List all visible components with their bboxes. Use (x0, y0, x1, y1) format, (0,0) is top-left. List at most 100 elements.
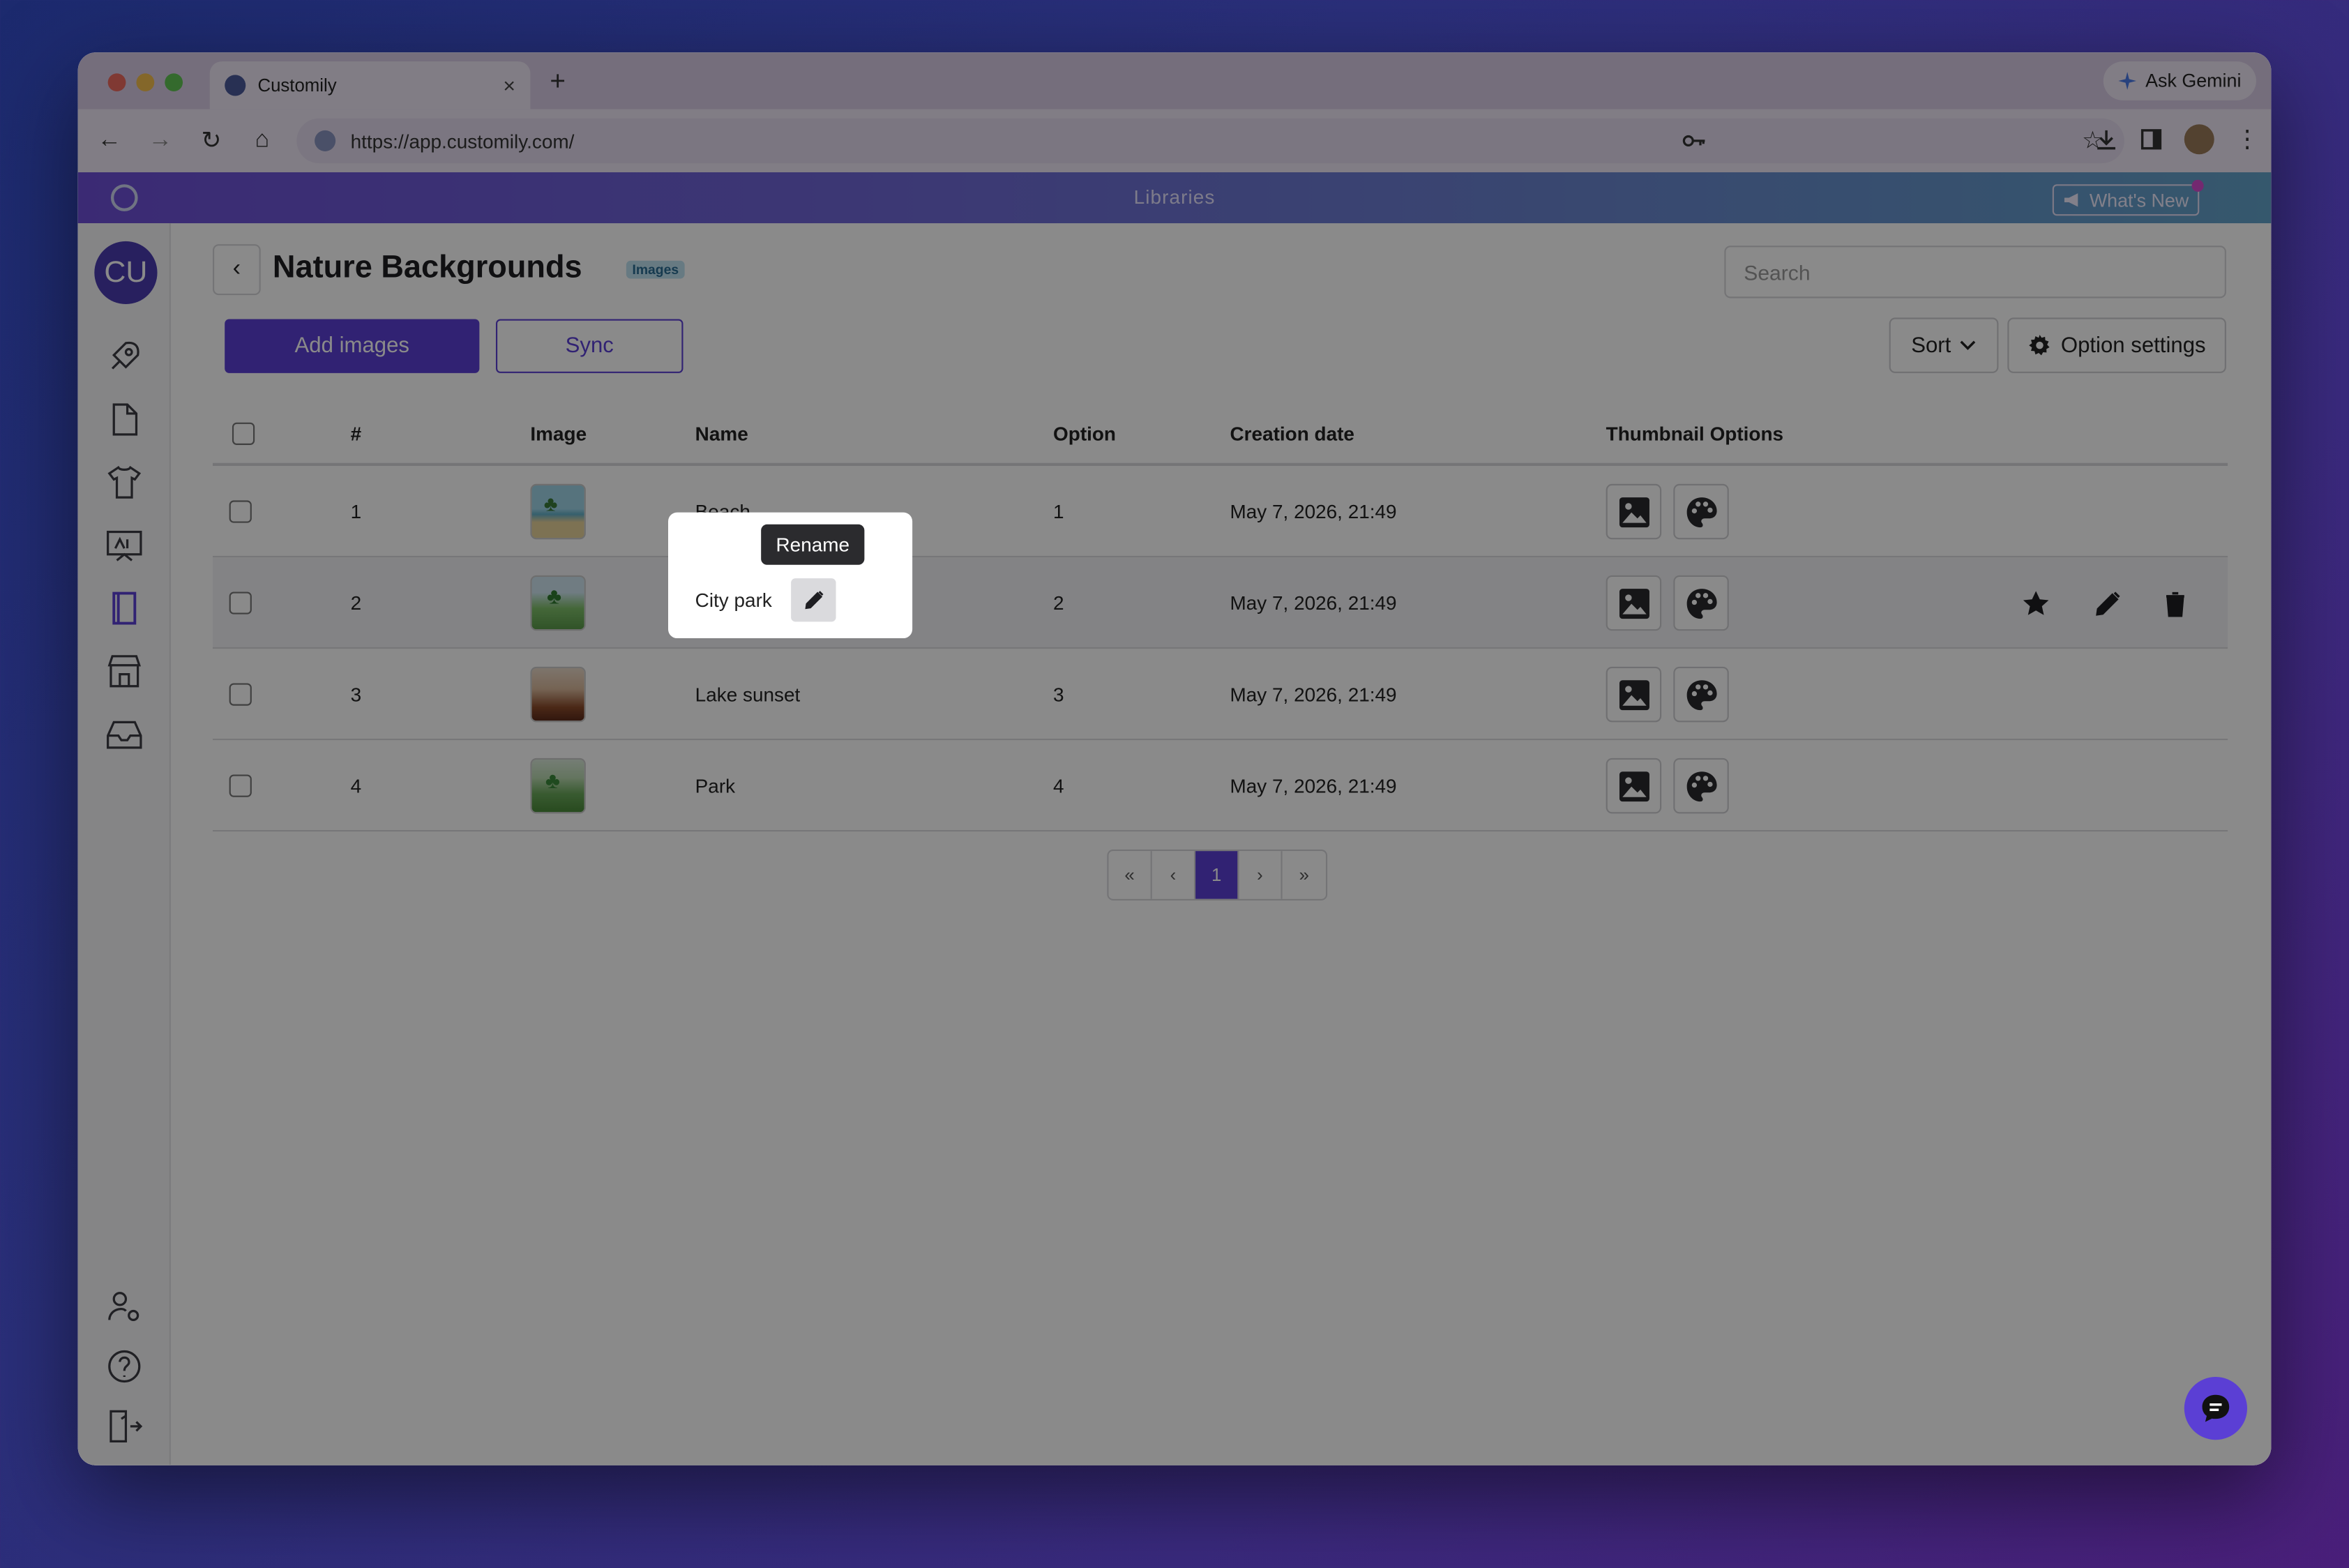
chevron-down-icon (1961, 340, 1976, 350)
thumbnail-color-button[interactable] (1673, 575, 1729, 631)
download-icon[interactable] (2094, 128, 2118, 151)
home-icon[interactable]: ⌂ (243, 128, 282, 155)
thumbnail-image-button[interactable] (1606, 757, 1662, 814)
thumbnail-image-button[interactable] (1606, 575, 1662, 631)
row-option: 4 (1053, 774, 1064, 797)
trash-icon[interactable] (2160, 589, 2190, 619)
shirt-icon[interactable] (105, 463, 144, 502)
search-input[interactable]: Search (1724, 246, 2226, 299)
rocket-icon[interactable] (105, 337, 144, 376)
thumbnail-image-button[interactable] (1606, 483, 1662, 540)
store-icon[interactable] (105, 651, 144, 691)
star-icon[interactable] (2021, 589, 2051, 619)
select-all-checkbox[interactable] (232, 422, 255, 445)
pencil-icon[interactable] (2093, 589, 2123, 619)
row-checkbox[interactable] (229, 683, 252, 706)
whats-new-button[interactable]: What's New (2052, 179, 2204, 216)
tab-bar: Customily × + Ask Gemini (77, 52, 2272, 110)
browser-toolbar: ← → ↻ ⌂ https://app.customily.com/ ☆ ⋮ (77, 109, 2272, 173)
user-settings-icon[interactable] (105, 1287, 144, 1326)
sort-button[interactable]: Sort (1889, 317, 1999, 373)
palette-icon (1686, 497, 1716, 527)
side-panel-icon[interactable] (2139, 128, 2163, 151)
next-page-button[interactable]: › (1239, 851, 1283, 899)
inbox-icon[interactable] (105, 715, 144, 754)
minimize-window-button[interactable] (136, 73, 155, 92)
file-icon[interactable] (105, 400, 144, 439)
page-title: Nature Backgrounds (272, 250, 582, 285)
row-option: 3 (1053, 683, 1064, 706)
main-content: ‹ Nature Backgrounds Images Search Add i… (171, 223, 2271, 1465)
book-icon[interactable] (105, 589, 144, 628)
row-date: May 7, 2026, 21:49 (1230, 774, 1397, 797)
sync-button[interactable]: Sync (495, 319, 683, 373)
thumbnail-image-button[interactable] (1606, 666, 1662, 723)
browser-menu-icon[interactable]: ⋮ (2235, 124, 2259, 154)
image-icon (1618, 588, 1649, 619)
megaphone-icon (2064, 193, 2078, 207)
gear-icon (2028, 335, 2049, 356)
palette-icon (1686, 771, 1716, 801)
image-thumbnail[interactable]: ♣ (530, 757, 586, 814)
row-number: 1 (350, 500, 362, 523)
thumbnail-color-button[interactable] (1673, 757, 1729, 814)
table-row[interactable]: 3 Lake sunset 3 May 7, 2026, 21:49 (213, 649, 2228, 741)
customily-favicon-icon (225, 75, 246, 96)
ask-gemini-button[interactable]: Ask Gemini (2103, 61, 2256, 100)
close-tab-icon[interactable]: × (503, 73, 515, 97)
header-thumbnail-options: Thumbnail Options (1606, 422, 1784, 445)
password-key-icon[interactable] (1682, 132, 1706, 150)
browser-tab[interactable]: Customily × (209, 61, 531, 110)
row-checkbox[interactable] (229, 500, 252, 523)
site-info-icon[interactable] (315, 130, 336, 151)
last-page-button[interactable]: » (1282, 851, 1326, 899)
row-option: 2 (1053, 591, 1064, 615)
header-name[interactable]: Name (695, 423, 748, 445)
thumbnail-color-button[interactable] (1673, 483, 1729, 540)
row-number: 3 (350, 683, 362, 706)
first-page-button[interactable]: « (1108, 851, 1152, 899)
image-thumbnail[interactable] (530, 666, 586, 723)
table-row[interactable]: 2 ♣ City park 2 May 7, 2026, 21:49 (213, 557, 2228, 649)
profile-avatar-icon[interactable] (2184, 124, 2214, 155)
maximize-window-button[interactable] (165, 73, 183, 92)
rename-button[interactable] (791, 578, 836, 622)
current-page-button[interactable]: 1 (1195, 851, 1239, 899)
row-number: 4 (350, 774, 362, 797)
header-creation-date[interactable]: Creation date (1230, 423, 1354, 445)
ask-gemini-label: Ask Gemini (2145, 70, 2242, 92)
new-tab-button[interactable]: + (550, 66, 566, 98)
banner-title: Libraries (1133, 186, 1216, 209)
prev-page-button[interactable]: ‹ (1151, 851, 1196, 899)
thumbnail-color-button[interactable] (1673, 666, 1729, 723)
row-checkbox[interactable] (229, 774, 252, 797)
avatar[interactable]: CU (94, 241, 158, 305)
top-banner: Libraries What's New (77, 172, 2272, 224)
reload-icon[interactable]: ↻ (192, 126, 231, 156)
row-date: May 7, 2026, 21:49 (1230, 683, 1397, 706)
close-window-button[interactable] (107, 73, 126, 92)
image-icon (1618, 497, 1649, 527)
palm-tree-icon: ♣ (543, 491, 558, 515)
presentation-icon[interactable] (105, 526, 144, 565)
palette-icon (1686, 588, 1716, 619)
table-row[interactable]: 1 ♣ Beach 1 May 7, 2026, 21:49 (213, 466, 2228, 558)
palette-icon (1686, 679, 1716, 710)
tree-icon: ♣ (545, 768, 561, 794)
help-icon[interactable] (105, 1347, 144, 1386)
image-thumbnail[interactable]: ♣ (530, 483, 586, 540)
header-option[interactable]: Option (1053, 423, 1116, 445)
row-checkbox[interactable] (229, 591, 252, 615)
back-button[interactable]: ‹ (213, 244, 261, 296)
image-icon (1618, 679, 1649, 710)
chat-button[interactable] (2184, 1377, 2247, 1440)
table-row[interactable]: 4 ♣ Park 4 May 7, 2026, 21:49 (213, 740, 2228, 832)
forward-arrow-icon[interactable]: → (141, 128, 180, 155)
address-bar[interactable]: https://app.customily.com/ ☆ (296, 118, 2124, 164)
option-settings-button[interactable]: Option settings (2007, 317, 2226, 373)
back-arrow-icon[interactable]: ← (90, 128, 129, 155)
add-images-button[interactable]: Add images (225, 319, 480, 373)
pagination: « ‹ 1 › » (1107, 849, 1328, 900)
image-thumbnail[interactable]: ♣ (530, 575, 586, 631)
logout-icon[interactable] (105, 1407, 144, 1446)
